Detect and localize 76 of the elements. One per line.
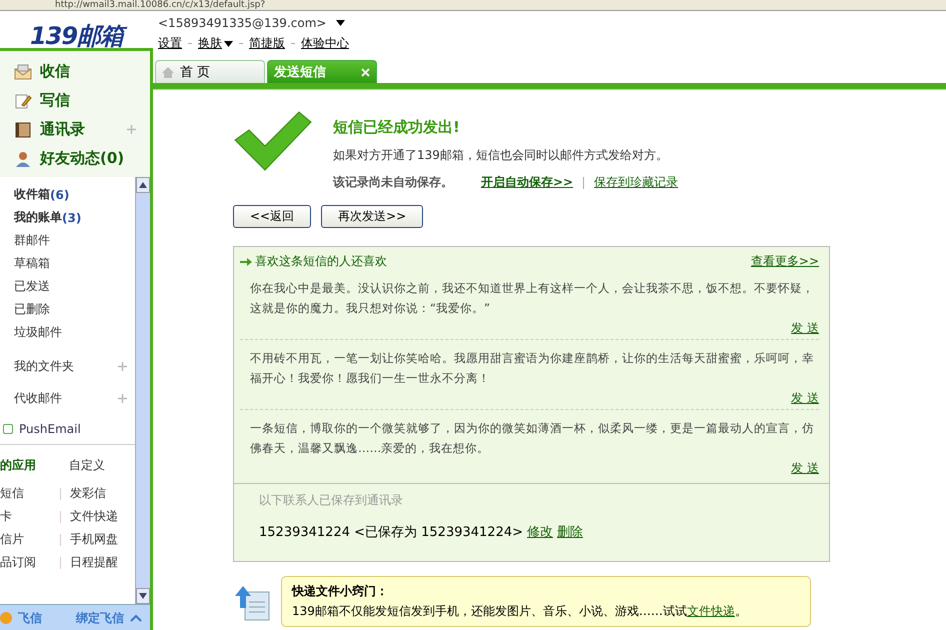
- folder-group[interactable]: 我的文件夹: [14, 358, 74, 374]
- nav-item[interactable]: 收信: [40, 62, 70, 81]
- folder-group[interactable]: 代收邮件: [14, 390, 62, 406]
- edit-link[interactable]: 修改: [527, 523, 554, 541]
- person-icon: [14, 150, 32, 166]
- message-text: 一条短信，博取你的一个微笑就够了，因为你的微笑如薄酒一杯，似柔风一缕，更是一篇最动人的宣言，仿佛春天，温馨又飘逸……亲爱的，我在想你。: [250, 420, 815, 457]
- action-button[interactable]: <<返回: [233, 205, 312, 228]
- header-link[interactable]: 简捷版: [249, 35, 285, 52]
- info-text: 如果对方开通了139邮箱，短信也会同时以邮件方式发给对方。: [333, 147, 669, 164]
- success-title: 短信已经成功发出!: [333, 118, 461, 137]
- action-button[interactable]: 再次发送>>: [321, 205, 424, 228]
- nav-item[interactable]: 写信: [40, 91, 70, 110]
- file-express-link[interactable]: 文件快递: [686, 604, 735, 618]
- caret-icon[interactable]: [139, 593, 147, 599]
- send-link[interactable]: 发 送: [791, 320, 819, 337]
- caret-icon[interactable]: [224, 40, 233, 46]
- app-link[interactable]: 日程提醒: [70, 554, 135, 571]
- folder-item[interactable]: 我的账单(3): [0, 206, 135, 229]
- customize-link[interactable]: 自定义: [69, 457, 105, 474]
- address-bar[interactable]: http://wmail3.mail.10086.cn/c/x13/default.jsp?: [0, 0, 946, 11]
- account-address: <15893491335@139.com>: [158, 16, 326, 30]
- tip-title: 快递文件小窍门：: [292, 583, 389, 600]
- header-link[interactable]: 设置: [158, 35, 182, 52]
- header-link[interactable]: 体验中心: [301, 35, 349, 52]
- recommend-title: 喜欢这条短信的人还喜欢: [255, 253, 387, 270]
- folder-item[interactable]: 已发送: [0, 275, 135, 298]
- home-icon: [162, 66, 174, 78]
- logo: 139邮箱: [0, 11, 153, 60]
- push-icon: [3, 424, 13, 434]
- contact-entry: 15239341224 <已保存为 15239341224>: [259, 524, 524, 541]
- contacts-title: 以下联系人已保存到通讯录: [259, 492, 404, 509]
- book-icon: [14, 122, 32, 138]
- nav-item[interactable]: 好友动态(0): [40, 149, 124, 168]
- app-link[interactable]: 信片: [0, 531, 60, 548]
- delete-link[interactable]: 删除: [557, 523, 584, 541]
- apps-title: 的应用: [0, 457, 36, 474]
- message-text: 不用砖不用瓦，一笔一划让你笑哈哈。我愿用甜言蜜语为你建座鹊桥，让你的生活每天甜蜜蜜，乐呵呵，幸福开心！我爱你！愿我们一生一世永不分离！: [250, 350, 815, 387]
- caret-icon[interactable]: [336, 20, 346, 26]
- plus-icon[interactable]: [118, 362, 127, 370]
- divider: [60, 534, 61, 546]
- app-link[interactable]: 卡: [0, 508, 60, 525]
- divider: [60, 488, 61, 500]
- save-collection-link[interactable]: 保存到珍藏记录: [594, 174, 678, 191]
- message-text: 你在我心中是最美。没认识你之前，我还不知道世界上有这样一个人，会让我茶不思，饭不想。不要怀疑，这就是你的魔力。我只想对你说：“我爱你。”: [250, 280, 815, 317]
- envelope-icon: [14, 64, 32, 80]
- folder-item[interactable]: 群邮件: [0, 229, 135, 252]
- divider: [583, 176, 584, 188]
- folder-item[interactable]: 垃圾邮件: [0, 321, 135, 344]
- app-link[interactable]: 短信: [0, 485, 60, 502]
- app-link[interactable]: 手机网盘: [70, 531, 135, 548]
- tip-text: 139邮箱不仅能发短信发到手机，还能发图片、音乐、小说、游戏……试试文件快递。: [292, 603, 748, 620]
- plus-icon[interactable]: [127, 125, 136, 134]
- app-link[interactable]: 品订阅: [0, 554, 60, 571]
- caret-icon[interactable]: [139, 182, 147, 188]
- folder-item[interactable]: 已删除: [0, 298, 135, 321]
- arrow-icon: [240, 258, 252, 266]
- folder-item[interactable]: 收件箱(6): [0, 183, 135, 206]
- send-link[interactable]: 发 送: [791, 390, 819, 407]
- divider: [60, 556, 61, 568]
- close-icon[interactable]: [361, 68, 370, 76]
- nav-item[interactable]: 通讯录: [40, 120, 85, 139]
- plus-icon[interactable]: [118, 394, 127, 402]
- save-status: 该记录尚未自动保存。: [333, 174, 453, 191]
- divider: [60, 510, 61, 522]
- app-link[interactable]: 发彩信: [70, 485, 135, 502]
- checkmark-icon: [233, 110, 313, 172]
- push-email-link[interactable]: PushEmail: [19, 422, 81, 436]
- tab[interactable]: 首 页: [155, 60, 265, 83]
- more-link[interactable]: 查看更多>>: [750, 253, 819, 270]
- folder-item[interactable]: 草稿箱: [0, 252, 135, 275]
- send-link[interactable]: 发 送: [791, 460, 819, 477]
- scrollbar[interactable]: [135, 177, 150, 604]
- auto-save-link[interactable]: 开启自动保存>>: [481, 174, 574, 191]
- header-link[interactable]: 换肤: [198, 35, 233, 52]
- pencil-paper-icon: [14, 92, 32, 108]
- app-link[interactable]: 文件快递: [70, 508, 135, 525]
